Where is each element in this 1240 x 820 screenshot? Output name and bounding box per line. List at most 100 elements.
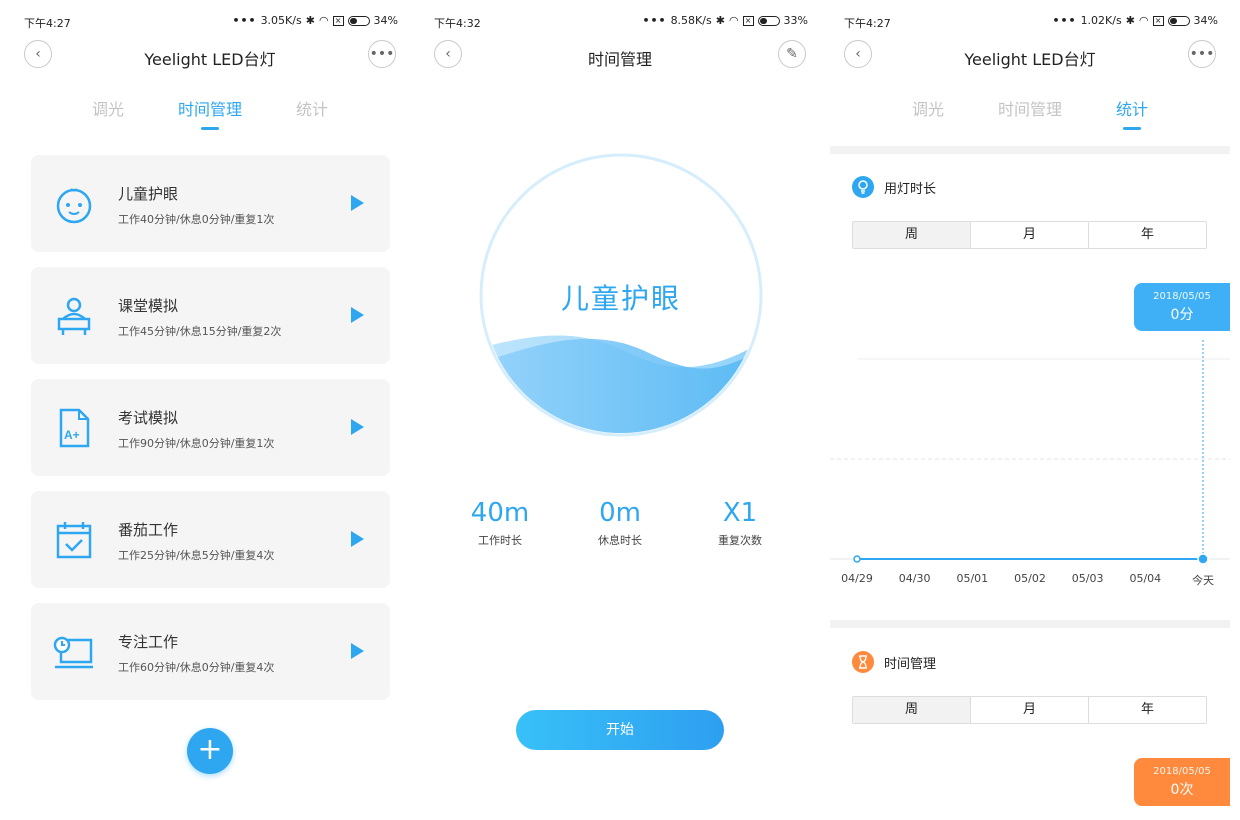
status-bar: 下午4:27 ••• 3.05K/s ✱ ◠ × 34% — [10, 10, 410, 32]
section-title: 时间管理 — [884, 656, 937, 672]
timer-mode-title: 儿童护眼 — [560, 282, 681, 315]
more-notifications-icon: ••• — [232, 14, 257, 27]
bluetooth-icon: ✱ — [715, 14, 725, 27]
stat-value: 0m — [599, 498, 641, 528]
stat-rest-duration: 0m 休息时长 — [560, 498, 680, 548]
bluetooth-icon: ✱ — [305, 14, 315, 27]
tab-time-management[interactable]: 时间管理 — [178, 96, 242, 130]
sim-icon: × — [1152, 15, 1164, 26]
tab-bar: 调光 时间管理 统计 — [830, 96, 1230, 136]
segment-month[interactable]: 月 — [970, 222, 1088, 248]
battery-icon — [347, 15, 370, 26]
play-icon[interactable] — [351, 419, 364, 435]
battery-percent: 34% — [373, 14, 398, 27]
more-notifications-icon: ••• — [1052, 14, 1077, 27]
tab-time-management[interactable]: 时间管理 — [998, 96, 1062, 130]
start-button[interactable]: 开始 — [516, 710, 724, 750]
nav-bar: ‹ Yeelight LED台灯 ••• — [10, 38, 410, 74]
time-mgmt-period-selector: 周 月 年 — [852, 696, 1207, 724]
segment-week[interactable]: 周 — [853, 697, 970, 723]
play-icon[interactable] — [351, 195, 364, 211]
more-button[interactable]: ••• — [1188, 40, 1216, 68]
network-speed: 3.05K/s — [260, 14, 302, 27]
svg-text:A+: A+ — [64, 428, 80, 442]
back-button[interactable]: ‹ — [24, 40, 52, 68]
mode-name: 儿童护眼 — [118, 185, 179, 203]
phone-screen-modes: 下午4:27 ••• 3.05K/s ✱ ◠ × 34% ‹ Yeelight … — [10, 10, 410, 820]
data-point — [853, 555, 861, 563]
battery-icon — [1167, 15, 1190, 26]
segment-year[interactable]: 年 — [1088, 697, 1206, 723]
usage-tooltip: 2018/05/05 0分 — [1134, 283, 1230, 331]
status-time: 下午4:27 — [24, 17, 71, 30]
tab-statistics[interactable]: 统计 — [296, 96, 328, 130]
mode-description: 工作90分钟/休息0分钟/重复1次 — [118, 437, 275, 450]
pencil-icon: ✎ — [786, 46, 798, 62]
mode-description: 工作40分钟/休息0分钟/重复1次 — [118, 213, 275, 226]
battery-percent: 33% — [783, 14, 808, 27]
phone-screen-statistics: 下午4:27 ••• 1.02K/s ✱ ◠ × 34% ‹ Yeelight … — [830, 10, 1230, 820]
segment-week[interactable]: 周 — [853, 222, 970, 248]
x-tick-label: 05/02 — [1014, 572, 1046, 585]
play-icon[interactable] — [351, 643, 364, 659]
x-tick-label: 04/29 — [841, 572, 873, 585]
x-tick-label: 今天 — [1192, 574, 1214, 587]
tooltip-value: 0分 — [1170, 307, 1194, 323]
status-time: 下午4:32 — [434, 17, 481, 30]
nav-bar: ‹ 时间管理 ✎ — [420, 38, 820, 74]
wifi-icon: ◠ — [728, 14, 739, 27]
battery-percent: 34% — [1193, 14, 1218, 27]
mode-card-focus[interactable]: 专注工作 工作60分钟/休息0分钟/重复4次 — [31, 603, 390, 700]
chevron-left-icon: ‹ — [35, 46, 41, 62]
student-desk-icon — [57, 297, 91, 335]
stat-label: 工作时长 — [478, 534, 522, 547]
mode-card-child-eye[interactable]: 儿童护眼 工作40分钟/休息0分钟/重复1次 — [31, 155, 390, 252]
mode-description: 工作25分钟/休息5分钟/重复4次 — [118, 549, 275, 562]
add-mode-button[interactable]: + — [187, 728, 233, 774]
segment-year[interactable]: 年 — [1088, 222, 1206, 248]
section-divider — [830, 620, 1230, 628]
network-speed: 1.02K/s — [1080, 14, 1122, 27]
tooltip-date: 2018/05/05 — [1153, 291, 1211, 302]
wifi-icon: ◠ — [318, 14, 329, 27]
mode-card-exam[interactable]: A+ 考试模拟 工作90分钟/休息0分钟/重复1次 — [31, 379, 390, 476]
time-management-section-header: 时间管理 — [852, 651, 936, 673]
play-icon[interactable] — [351, 531, 364, 547]
mode-name: 考试模拟 — [118, 409, 179, 427]
more-button[interactable]: ••• — [368, 40, 396, 68]
tab-dimming[interactable]: 调光 — [92, 96, 124, 130]
exam-paper-icon: A+ — [59, 408, 90, 448]
back-button[interactable]: ‹ — [844, 40, 872, 68]
mode-name: 专注工作 — [118, 633, 179, 651]
page-title: Yeelight LED台灯 — [144, 50, 276, 69]
tooltip-value: 0次 — [1170, 782, 1194, 798]
x-tick-label: 05/03 — [1071, 572, 1104, 585]
more-dots-icon: ••• — [369, 46, 395, 62]
page-title: 时间管理 — [587, 50, 652, 69]
x-tick-label: 05/01 — [956, 572, 989, 585]
nav-bar: ‹ Yeelight LED台灯 ••• — [830, 38, 1230, 74]
tab-statistics[interactable]: 统计 — [1116, 96, 1148, 130]
play-icon[interactable] — [351, 307, 364, 323]
mode-card-pomodoro[interactable]: 番茄工作 工作25分钟/休息5分钟/重复4次 — [31, 491, 390, 588]
baby-face-icon — [56, 188, 92, 224]
segment-month[interactable]: 月 — [970, 697, 1088, 723]
sim-icon: × — [332, 15, 344, 26]
back-button[interactable]: ‹ — [434, 40, 462, 68]
section-divider — [830, 146, 1230, 154]
x-tick-label: 05/04 — [1129, 572, 1162, 585]
status-bar: 下午4:32 ••• 8.58K/s ✱ ◠ × 33% — [420, 10, 820, 32]
mode-name: 课堂模拟 — [118, 297, 179, 315]
wifi-icon: ◠ — [1138, 14, 1149, 27]
more-notifications-icon: ••• — [642, 14, 667, 27]
network-speed: 8.58K/s — [670, 14, 712, 27]
mode-card-classroom[interactable]: 课堂模拟 工作45分钟/休息15分钟/重复2次 — [31, 267, 390, 364]
edit-button[interactable]: ✎ — [778, 40, 806, 68]
battery-icon — [757, 15, 780, 26]
time-mgmt-tooltip: 2018/05/05 0次 — [1134, 758, 1230, 806]
tab-dimming[interactable]: 调光 — [912, 96, 944, 130]
mode-name: 番茄工作 — [118, 521, 179, 539]
stat-work-duration: 40m 工作时长 — [440, 498, 560, 548]
tooltip-date: 2018/05/05 — [1153, 766, 1211, 777]
stat-value: X1 — [722, 498, 758, 528]
